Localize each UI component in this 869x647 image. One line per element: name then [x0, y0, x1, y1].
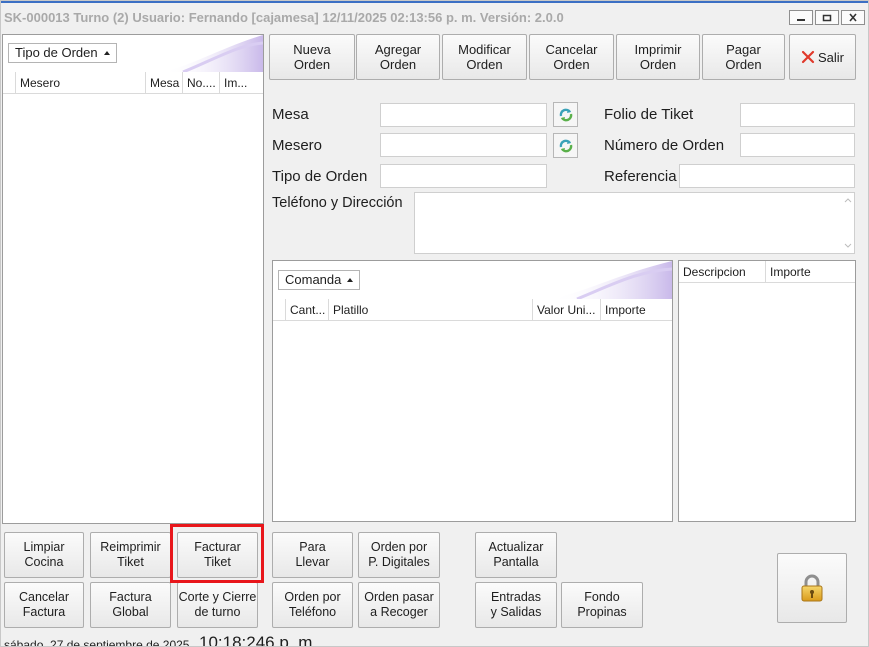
orden-telefono-button[interactable]: Orden por Teléfono — [272, 582, 353, 628]
mesa-refresh-button[interactable] — [553, 102, 578, 127]
reimprimir-tiket-button[interactable]: Reimprimir Tiket — [90, 532, 171, 578]
mesero-label: Mesero — [272, 137, 323, 154]
para-llevar-button[interactable]: Para Llevar — [272, 532, 353, 578]
title-bar: SK-000013 Turno (2) Usuario: Fernando [c… — [0, 0, 869, 32]
col-platillo[interactable]: Platillo — [329, 299, 533, 321]
col-mesa[interactable]: Mesa — [146, 72, 183, 94]
tipo-orden-label: Tipo de Orden — [272, 168, 368, 185]
mesa-label: Mesa — [272, 106, 309, 123]
lock-icon — [801, 574, 823, 602]
facturar-tiket-button[interactable]: Facturar Tiket — [177, 532, 258, 578]
numero-orden-field[interactable] — [740, 133, 855, 157]
pagar-orden-button[interactable]: Pagar Orden — [702, 34, 785, 80]
referencia-label: Referencia — [604, 168, 677, 185]
mesero-field[interactable] — [380, 133, 547, 157]
nueva-orden-button[interactable]: Nueva Orden — [269, 34, 355, 80]
comanda-group-label: Comanda — [285, 272, 342, 287]
close-window-button[interactable] — [841, 10, 865, 25]
orden-digitales-button[interactable]: Orden por P. Digitales — [358, 532, 440, 578]
corte-cierre-turno-button[interactable]: Corte y Cierre de turno — [177, 582, 258, 628]
agregar-orden-button[interactable]: Agregar Orden — [356, 34, 440, 80]
comanda-group-chip[interactable]: Comanda — [278, 270, 361, 290]
col-mesero[interactable]: Mesero — [16, 72, 146, 94]
col-numero[interactable]: No.... — [183, 72, 220, 94]
row-indicator-header — [3, 72, 16, 94]
folio-label: Folio de Tiket — [604, 106, 694, 123]
comanda-grid[interactable]: Comanda Cant... Platillo Valor Uni... Im… — [272, 260, 673, 522]
fondo-propinas-button[interactable]: Fondo Propinas — [561, 582, 643, 628]
factura-global-button[interactable]: Factura Global — [90, 582, 171, 628]
col-importe[interactable]: Importe — [601, 299, 672, 321]
col-importe[interactable]: Importe — [766, 261, 855, 283]
sort-asc-icon — [103, 51, 110, 55]
limpiar-cocina-button[interactable]: Limpiar Cocina — [4, 532, 84, 578]
referencia-field[interactable] — [679, 164, 855, 188]
comanda-grid-header: Cant... Platillo Valor Uni... Importe — [273, 299, 672, 321]
entradas-salidas-button[interactable]: Entradas y Salidas — [475, 582, 557, 628]
refresh-icon — [559, 108, 572, 121]
close-x-icon — [801, 50, 815, 64]
sort-asc-icon — [347, 278, 354, 282]
orders-grid[interactable]: Tipo de Orden Mesero Mesa No.... Im... — [2, 34, 264, 524]
comanda-group-panel: Comanda — [273, 261, 672, 299]
decorative-swoosh — [163, 35, 263, 72]
status-date: sábado, 27 de septiembre de 2025 — [4, 638, 190, 647]
refresh-icon — [559, 139, 572, 152]
maximize-icon — [822, 14, 832, 21]
col-importe[interactable]: Im... — [220, 72, 263, 94]
col-valor-unitario[interactable]: Valor Uni... — [533, 299, 601, 321]
minimize-button[interactable] — [789, 10, 813, 25]
numero-orden-label: Número de Orden — [604, 137, 725, 154]
imprimir-orden-button[interactable]: Imprimir Orden — [616, 34, 700, 80]
tipo-orden-group-label: Tipo de Orden — [15, 45, 98, 60]
col-cantidad[interactable]: Cant... — [286, 299, 329, 321]
decorative-swoosh — [552, 261, 672, 299]
telefono-label: Teléfono y Dirección — [272, 195, 403, 211]
col-descripcion[interactable]: Descripcion — [679, 261, 766, 283]
orders-group-panel: Tipo de Orden — [3, 35, 263, 72]
mesa-field[interactable] — [380, 103, 547, 127]
orden-recoger-button[interactable]: Orden pasar a Recoger — [358, 582, 440, 628]
modificar-orden-button[interactable]: Modificar Orden — [442, 34, 527, 80]
lock-button[interactable] — [777, 553, 847, 623]
actualizar-pantalla-button[interactable]: Actualizar Pantalla — [475, 532, 557, 578]
cancelar-factura-button[interactable]: Cancelar Factura — [4, 582, 84, 628]
tipo-orden-group-chip[interactable]: Tipo de Orden — [8, 43, 117, 63]
orders-grid-header: Mesero Mesa No.... Im... — [3, 72, 263, 94]
detalle-grid-header: Descripcion Importe — [679, 261, 855, 283]
status-bar: sábado, 27 de septiembre de 2025 10:18:2… — [0, 632, 869, 647]
detalle-grid[interactable]: Descripcion Importe — [678, 260, 856, 522]
window-title: SK-000013 Turno (2) Usuario: Fernando [c… — [4, 10, 564, 25]
cancelar-orden-button[interactable]: Cancelar Orden — [529, 34, 614, 80]
row-indicator-header — [273, 299, 286, 321]
scroll-arrows-icon — [844, 198, 852, 248]
tipo-orden-field[interactable] — [380, 164, 547, 188]
mesero-refresh-button[interactable] — [553, 133, 578, 158]
telefono-direccion-field[interactable] — [414, 192, 855, 254]
close-icon — [849, 13, 857, 22]
status-time: 10:18:246 p. m. — [199, 633, 318, 647]
folio-field[interactable] — [740, 103, 855, 127]
salir-label: Salir — [817, 49, 844, 65]
maximize-button[interactable] — [815, 10, 839, 25]
salir-button[interactable]: Salir — [789, 34, 856, 80]
minimize-icon — [797, 18, 805, 21]
